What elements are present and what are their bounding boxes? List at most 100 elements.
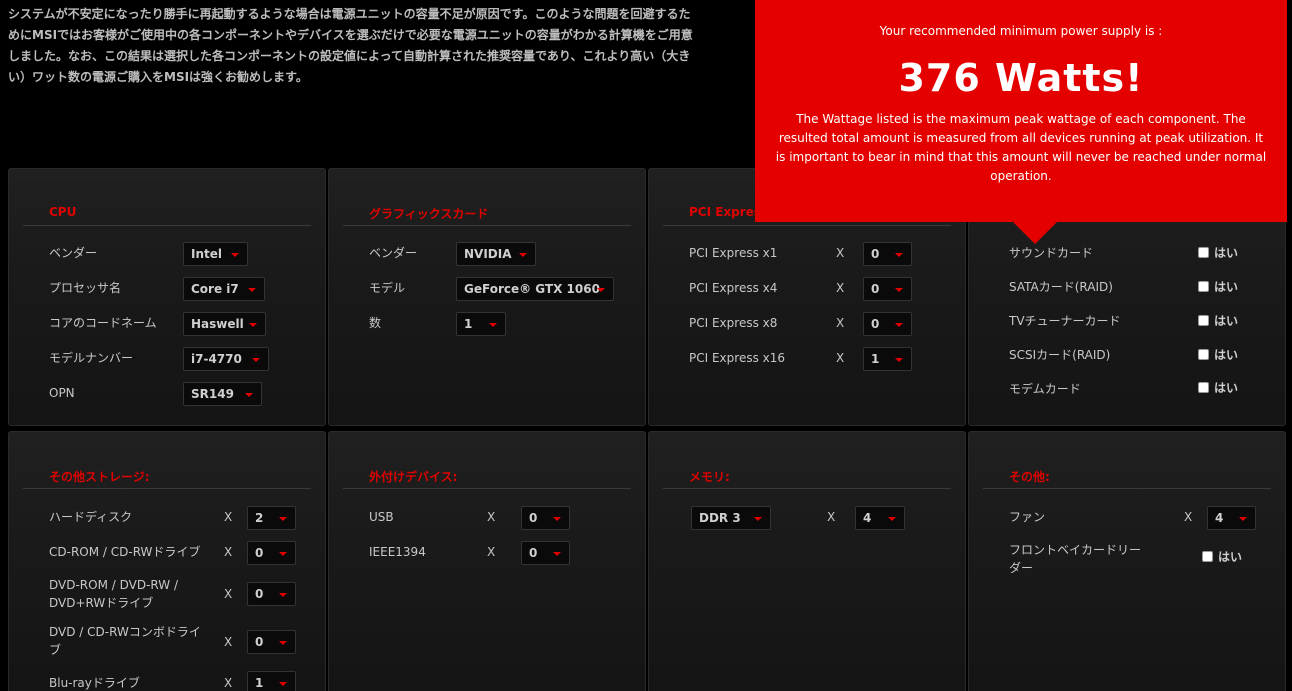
popup-body: The Wattage listed is the maximum peak w… (775, 112, 1267, 183)
storage-label: Blu-rayドライブ (49, 676, 140, 690)
pci-x8-select[interactable]: 0 (863, 312, 912, 336)
bluray-select[interactable]: 1 (247, 671, 296, 691)
pci-x4-select[interactable]: 0 (863, 277, 912, 301)
multiply-mark: X (224, 635, 233, 649)
cpu-opn-select[interactable]: SR149 (183, 382, 262, 406)
chevron-down-icon (519, 253, 527, 257)
pci-x1-select[interactable]: 0 (863, 242, 912, 266)
pci-x1-label: PCI Express x1 (689, 246, 778, 260)
tv-tuner-checkbox[interactable] (1198, 315, 1209, 326)
card-label: モデムカード (1009, 382, 1081, 396)
cpu-model-select[interactable]: i7-4770 (183, 347, 269, 371)
card-label: サウンドカード (1009, 246, 1094, 260)
cpu-panel: CPU ベンダー Intel プロセッサ名 Core i7 コアのコードネーム … (8, 168, 326, 426)
chevron-down-icon (231, 253, 239, 257)
gpu-vendor-label: ベンダー (369, 246, 418, 260)
usb-select[interactable]: 0 (521, 506, 570, 530)
chevron-down-icon (245, 393, 253, 397)
intro-text: システムが不安定になったり勝手に再起動するような場合は電源ユニットの容量不足が原… (8, 7, 693, 84)
chevron-down-icon (895, 253, 903, 257)
multiply-mark: X (224, 510, 233, 524)
external-title: 外付けデバイス: (369, 470, 458, 484)
cpu-processor-label: プロセッサ名 (49, 281, 122, 295)
sata-card-checkbox[interactable] (1198, 281, 1209, 292)
card-reader-label: フロントベイカードリーダー (1009, 543, 1142, 575)
memory-title: メモリ: (689, 470, 730, 484)
hdd-select[interactable]: 2 (247, 506, 296, 530)
cpu-processor-select[interactable]: Core i7 (183, 277, 265, 301)
gpu-model-select[interactable]: GeForce® GTX 1060 (456, 277, 614, 301)
multiply-mark: X (836, 316, 845, 330)
chevron-down-icon (895, 358, 903, 362)
fan-label: ファン (1009, 510, 1046, 524)
chevron-down-icon (1239, 517, 1247, 521)
modem-card-checkbox[interactable] (1198, 382, 1209, 393)
result-popup: Your recommended minimum power supply is… (755, 0, 1287, 244)
storage-title: その他ストレージ: (49, 470, 150, 484)
memory-panel: メモリ: DDR 3 X 4 (648, 431, 966, 691)
chevron-down-icon (279, 641, 287, 645)
ieee1394-select[interactable]: 0 (521, 541, 570, 565)
chevron-down-icon (553, 552, 561, 556)
cpu-codename-label: コアのコードネーム (49, 316, 157, 330)
cpu-vendor-select[interactable]: Intel (183, 242, 248, 266)
yes-label: はい (1214, 314, 1239, 328)
chevron-down-icon (279, 517, 287, 521)
fan-select[interactable]: 4 (1207, 506, 1256, 530)
yes-label: はい (1214, 246, 1239, 260)
chevron-down-icon (489, 323, 497, 327)
multiply-mark: X (836, 246, 845, 260)
chevron-down-icon (279, 682, 287, 686)
card-label: SCSIカード(RAID) (1009, 348, 1111, 362)
scsi-card-checkbox[interactable] (1198, 349, 1209, 360)
gpu-panel: グラフィックスカード ベンダー NVIDIA モデル GeForce® GTX … (328, 168, 646, 426)
yes-label: はい (1214, 381, 1239, 395)
external-label: USB (369, 510, 394, 524)
chevron-down-icon (895, 323, 903, 327)
gpu-count-select[interactable]: 1 (456, 312, 506, 336)
external-label: IEEE1394 (369, 545, 426, 559)
cdrom-select[interactable]: 0 (247, 541, 296, 565)
multiply-mark: X (836, 351, 845, 365)
chevron-down-icon (279, 552, 287, 556)
multiply-mark: X (827, 510, 836, 524)
gpu-vendor-select[interactable]: NVIDIA (456, 242, 536, 266)
storage-label: DVD / CD-RWコンボドライブ (49, 625, 201, 657)
other-title: その他: (1009, 470, 1050, 484)
sound-card-checkbox[interactable] (1198, 247, 1209, 258)
recommended-watts: 376 Watts! (898, 56, 1144, 100)
chevron-down-icon (248, 288, 256, 292)
memory-count-select[interactable]: 4 (855, 506, 905, 530)
card-reader-checkbox[interactable] (1202, 551, 1213, 562)
card-label: SATAカード(RAID) (1009, 280, 1113, 294)
popup-heading: Your recommended minimum power supply is… (879, 24, 1163, 38)
cpu-title: CPU (49, 205, 77, 219)
card-label: TVチューナーカード (1009, 314, 1121, 328)
yes-label: はい (1218, 550, 1243, 564)
dvdrom-select[interactable]: 0 (247, 582, 296, 606)
pci-x16-label: PCI Express x16 (689, 351, 786, 365)
multiply-mark: X (224, 676, 233, 690)
gpu-count-label: 数 (369, 316, 382, 330)
storage-label: ハードディスク (49, 510, 133, 524)
storage-label: DVD-ROM / DVD-RW / DVD+RWドライブ (49, 578, 178, 610)
pci-x8-label: PCI Express x8 (689, 316, 778, 330)
multiply-mark: X (224, 545, 233, 559)
pci-x16-select[interactable]: 1 (863, 347, 912, 371)
chevron-down-icon (249, 323, 257, 327)
chevron-down-icon (895, 288, 903, 292)
multiply-mark: X (487, 545, 496, 559)
multiply-mark: X (224, 587, 233, 601)
cpu-model-label: モデルナンバー (49, 351, 134, 365)
chevron-down-icon (597, 288, 605, 292)
chevron-down-icon (279, 593, 287, 597)
multiply-mark: X (1184, 510, 1193, 524)
memory-type-select[interactable]: DDR 3 (691, 506, 771, 530)
yes-label: はい (1214, 280, 1239, 294)
combo-drive-select[interactable]: 0 (247, 630, 296, 654)
other-panel: その他: ファン X 4 フロントベイカードリーダー はい (968, 431, 1286, 691)
chevron-down-icon (888, 517, 896, 521)
storage-panel: その他ストレージ: ハードディスク X 2 CD-ROM / CD-RWドライブ… (8, 431, 326, 691)
cpu-codename-select[interactable]: Haswell (183, 312, 266, 336)
chevron-down-icon (754, 517, 762, 521)
